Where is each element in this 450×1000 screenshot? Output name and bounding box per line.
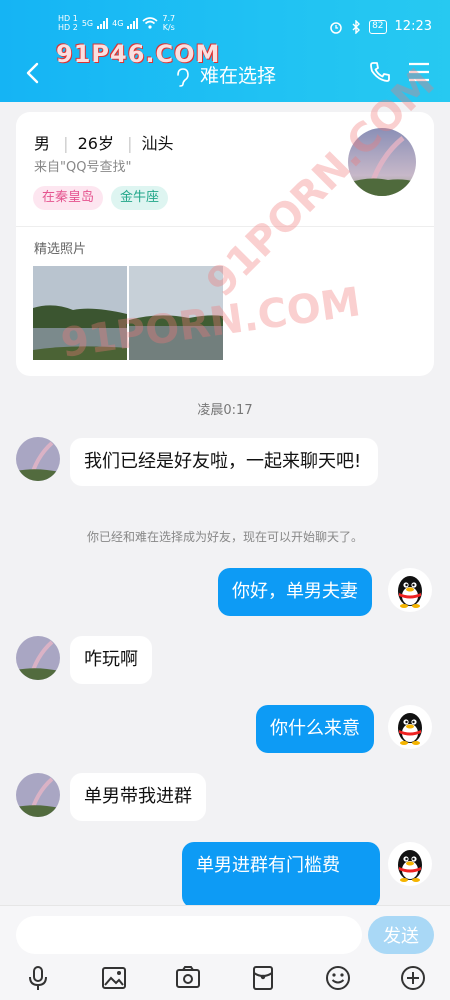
phone-call-icon[interactable]: [368, 60, 392, 84]
bluetooth-icon: [352, 19, 361, 34]
contact-avatar[interactable]: [16, 437, 60, 481]
microphone-icon[interactable]: [23, 963, 53, 993]
my-avatar[interactable]: [388, 842, 432, 886]
page-title: 难在选择: [200, 65, 277, 87]
plus-icon[interactable]: [398, 963, 428, 993]
profile-avatar[interactable]: [348, 128, 416, 196]
net1-label: 5G: [81, 18, 94, 28]
location-tag: 在秦皇岛: [33, 186, 104, 210]
qq-penguin-icon: [398, 576, 422, 608]
camera-icon[interactable]: [173, 963, 203, 993]
sim1-label: HD 1: [58, 14, 78, 23]
signal2-icon: [127, 17, 139, 29]
clock: 12:23: [394, 19, 432, 34]
net-speed: 7.7 K/s: [162, 14, 175, 32]
menu-icon[interactable]: [408, 62, 430, 82]
net-speed-unit: K/s: [162, 23, 175, 32]
red-packet-icon[interactable]: [248, 963, 278, 993]
status-bar: HD 1 HD 2 5G 4G 7.7 K/s 82 12:23: [0, 12, 450, 40]
profile-gender: 男: [34, 134, 51, 153]
outgoing-message[interactable]: 你好，单男夫妻: [218, 568, 372, 616]
profile-source: 来自"QQ号查找": [34, 160, 132, 175]
card-divider: [16, 226, 434, 227]
profile-card[interactable]: 男 | 26岁 | 汕头 来自"QQ号查找" 在秦皇岛 金牛座 精选照片: [16, 112, 434, 376]
featured-photo[interactable]: [33, 266, 127, 360]
wifi-icon: [142, 17, 158, 29]
profile-city: 汕头: [141, 134, 174, 153]
ear-icon: [177, 67, 189, 87]
send-button[interactable]: 发送: [368, 916, 434, 954]
my-avatar[interactable]: [388, 705, 432, 749]
qq-penguin-icon: [398, 850, 422, 882]
battery-level: 82: [369, 19, 387, 34]
outgoing-message[interactable]: 你什么来意: [256, 705, 374, 753]
qq-penguin-icon: [398, 713, 422, 745]
my-avatar[interactable]: [388, 568, 432, 612]
net2-label: 4G: [112, 18, 124, 28]
input-bar: 发送: [0, 905, 450, 1000]
alarm-icon: [330, 21, 342, 34]
contact-avatar[interactable]: [16, 773, 60, 817]
status-left: HD 1 HD 2 5G 4G 7.7 K/s: [58, 14, 175, 32]
profile-age: 26岁: [77, 134, 114, 153]
net-speed-value: 7.7: [162, 14, 176, 23]
image-icon[interactable]: [99, 963, 129, 993]
incoming-message[interactable]: 单男带我进群: [70, 773, 206, 821]
contact-avatar[interactable]: [16, 636, 60, 680]
sim-indicators: HD 1 HD 2: [58, 14, 78, 32]
incoming-message[interactable]: 咋玩啊: [70, 636, 152, 684]
status-right: 82 12:23: [329, 19, 432, 34]
incoming-message[interactable]: 我们已经是好友啦，一起来聊天吧!: [70, 438, 378, 486]
chat-header: HD 1 HD 2 5G 4G 7.7 K/s 82 12:23 91P46.C…: [0, 0, 450, 102]
profile-basic-info: 男 | 26岁 | 汕头: [34, 130, 178, 154]
message-input[interactable]: [16, 916, 362, 954]
featured-photos-label: 精选照片: [34, 242, 87, 257]
sim2-label: HD 2: [58, 23, 78, 32]
nav-bar: 难在选择: [0, 58, 450, 90]
signal1-icon: [97, 17, 109, 29]
divider: |: [63, 134, 69, 153]
system-message: 你已经和难在选择成为好友，现在可以开始聊天了。: [86, 530, 363, 544]
chat-timestamp: 凌晨0:17: [197, 403, 253, 418]
zodiac-tag: 金牛座: [111, 186, 169, 210]
emoji-icon[interactable]: [323, 963, 353, 993]
featured-photo[interactable]: [129, 266, 223, 360]
outgoing-message[interactable]: 单男进群有门槛费: [182, 842, 380, 908]
divider: |: [127, 134, 133, 153]
